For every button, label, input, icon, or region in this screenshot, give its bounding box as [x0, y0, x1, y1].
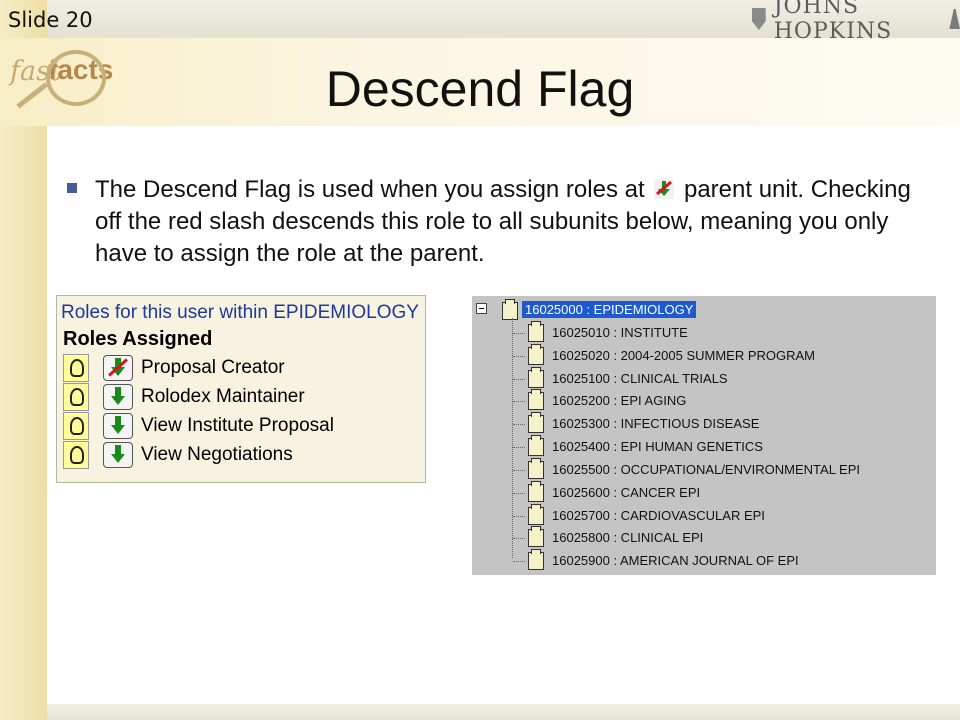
tree-node[interactable]: 16025500 : OCCUPATIONAL/ENVIRONMENTAL EP…	[552, 462, 860, 477]
tree-node[interactable]: 16025010 : INSTITUTE	[552, 325, 688, 340]
role-row[interactable]: Rolodex Maintainer	[63, 383, 305, 411]
bullet-text: The Descend Flag is used when you assign…	[95, 174, 915, 270]
folder-icon	[528, 344, 544, 365]
tree-connector	[513, 470, 525, 472]
user-role-icon	[63, 383, 89, 411]
slide-bottom-bar	[47, 704, 960, 720]
tree-node[interactable]: 16025300 : INFECTIOUS DISEASE	[552, 416, 759, 431]
descend-flag-checkbox[interactable]	[103, 384, 133, 410]
descend-flag-checkbox[interactable]	[103, 413, 133, 439]
descend-flag-inline-icon	[653, 177, 675, 199]
tree-node[interactable]: 16025400 : EPI HUMAN GENETICS	[552, 439, 763, 454]
tree-connector	[513, 447, 525, 449]
user-role-icon	[63, 412, 89, 440]
role-label: View Institute Proposal	[141, 415, 334, 436]
role-label: View Negotiations	[141, 444, 293, 465]
tree-connector	[513, 538, 525, 540]
tree-node[interactable]: 16025020 : 2004-2005 SUMMER PROGRAM	[552, 348, 815, 363]
collapse-icon[interactable]	[476, 303, 487, 314]
user-role-icon	[63, 354, 89, 382]
tree-connector	[512, 318, 514, 558]
role-row[interactable]: View Institute Proposal	[63, 412, 334, 440]
folder-icon	[502, 299, 518, 320]
folder-icon	[528, 549, 544, 570]
folder-icon	[528, 526, 544, 547]
logo-text: JOHNS HOPKINS	[773, 0, 893, 44]
tree-node[interactable]: 16025600 : CANCER EPI	[552, 485, 700, 500]
bullet-icon	[67, 183, 77, 193]
tree-node[interactable]: 16025900 : AMERICAN JOURNAL OF EPI	[552, 553, 799, 568]
role-row[interactable]: Proposal Creator	[63, 354, 285, 382]
tree-connector	[513, 401, 525, 403]
bullet-text-part1: The Descend Flag is used when you assign…	[95, 176, 645, 203]
folder-icon	[528, 435, 544, 456]
descend-flag-checkbox[interactable]	[103, 355, 133, 381]
roles-panel: Roles for this user within EPIDEMIOLOGY …	[56, 295, 426, 483]
folder-icon	[528, 389, 544, 410]
slide-title: Descend Flag	[325, 61, 635, 117]
folder-icon	[528, 458, 544, 479]
johns-hopkins-logo: JOHNS HOPKINS	[752, 0, 960, 44]
folder-icon	[528, 481, 544, 502]
folder-icon	[528, 504, 544, 525]
roles-header: Roles for this user within EPIDEMIOLOGY	[61, 302, 419, 323]
folder-icon	[528, 412, 544, 433]
folder-icon	[528, 367, 544, 388]
tree-connector	[513, 424, 525, 426]
user-role-icon	[63, 441, 89, 469]
tree-node[interactable]: 16025100 : CLINICAL TRIALS	[552, 371, 728, 386]
tree-connector	[513, 493, 525, 495]
folder-icon	[528, 321, 544, 342]
unit-tree-panel: 16025000 : EPIDEMIOLOGY 16025010 : INSTI…	[472, 296, 936, 575]
tree-root-node[interactable]: 16025000 : EPIDEMIOLOGY	[522, 301, 697, 318]
shield-icon	[752, 8, 766, 30]
role-label: Rolodex Maintainer	[141, 386, 305, 407]
tree-connector	[513, 356, 525, 358]
tree-connector	[513, 379, 525, 381]
tree-connector	[513, 561, 525, 563]
tree-connector	[513, 333, 525, 335]
descend-flag-checkbox[interactable]	[103, 442, 133, 468]
role-row[interactable]: View Negotiations	[63, 441, 293, 469]
roles-subheader: Roles Assigned	[63, 328, 213, 350]
tree-node[interactable]: 16025800 : CLINICAL EPI	[552, 530, 703, 545]
slide-number: Slide 20	[8, 8, 93, 32]
role-label: Proposal Creator	[141, 357, 285, 378]
tree-node[interactable]: 16025200 : EPI AGING	[552, 393, 686, 408]
figure-icon	[949, 9, 960, 29]
tree-connector	[513, 516, 525, 518]
tree-node[interactable]: 16025700 : CARDIOVASCULAR EPI	[552, 508, 765, 523]
